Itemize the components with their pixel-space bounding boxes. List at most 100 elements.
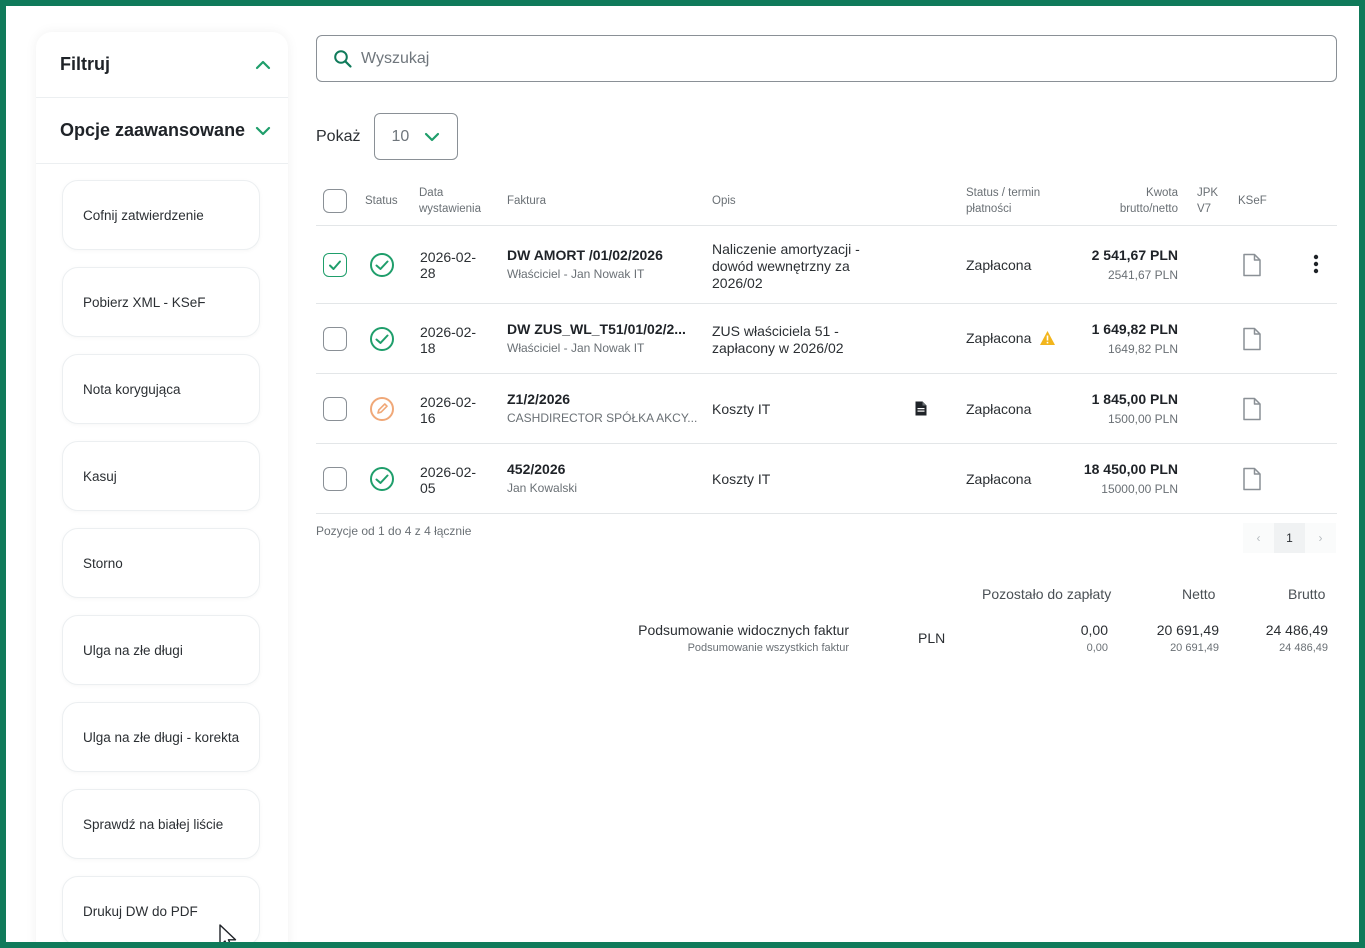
- table-header: Status Data wystawienia Faktura Opis Sta…: [316, 176, 1337, 226]
- row-invoice[interactable]: Z1/2/2026 CASHDIRECTOR SPÓŁKA AKCY...: [507, 391, 697, 425]
- bad-debt-relief-button[interactable]: Ulga na złe długi: [62, 615, 260, 685]
- col-date[interactable]: Data wystawienia: [419, 185, 481, 217]
- row-checkbox[interactable]: [323, 397, 347, 421]
- download-xml-ksef-button[interactable]: Pobierz XML - KSeF: [62, 267, 260, 337]
- invoice-number[interactable]: DW ZUS_WL_T51/01/02/2...: [507, 321, 686, 337]
- col-desc[interactable]: Opis: [712, 193, 736, 209]
- document-icon[interactable]: [1242, 397, 1262, 421]
- row-desc: ZUS właściciela 51 - zapłacony w 2026/02: [712, 323, 844, 357]
- row-desc-line1: Naliczenie amortyzacji -: [712, 241, 860, 257]
- col-jpk-line2: V7: [1197, 203, 1212, 215]
- pagination-next[interactable]: ›: [1305, 523, 1336, 553]
- pagination-page-1[interactable]: 1: [1274, 523, 1305, 553]
- checkmark-icon: [329, 260, 341, 270]
- col-ksef[interactable]: KSeF: [1238, 193, 1267, 209]
- row-date-line1: 2026-02-: [420, 249, 477, 265]
- invoice-number[interactable]: DW AMORT /01/02/2026: [507, 247, 663, 263]
- bad-debt-relief-correction-button[interactable]: Ulga na złe długi - korekta: [62, 702, 260, 772]
- storno-button[interactable]: Storno: [62, 528, 260, 598]
- summary-gross-header: Brutto: [1288, 586, 1326, 602]
- undo-approval-button[interactable]: Cofnij zatwierdzenie: [62, 180, 260, 250]
- pagination-prev[interactable]: ‹: [1243, 523, 1274, 553]
- row-net: 15000,00 PLN: [1101, 482, 1178, 496]
- table-row[interactable]: 2026-02- 05 452/2026 Jan Kowalski Koszty…: [316, 444, 1337, 514]
- col-amount[interactable]: Kwota brutto/netto: [1096, 185, 1178, 217]
- search-input[interactable]: Wyszukaj: [361, 50, 429, 68]
- summary-visible-remaining: 0,00: [1080, 622, 1108, 638]
- row-amount: 1 649,82 PLN 1649,82 PLN: [1056, 321, 1178, 356]
- attachment-file-icon[interactable]: [915, 401, 927, 416]
- row-net: 1500,00 PLN: [1107, 412, 1178, 426]
- table-row[interactable]: 2026-02- 28 DW AMORT /01/02/2026 Właścic…: [316, 226, 1337, 304]
- col-date-line2: wystawienia: [419, 203, 481, 215]
- col-status-due[interactable]: Status / termin płatności: [966, 185, 1040, 217]
- search-icon: [334, 49, 352, 68]
- row-invoice[interactable]: 452/2026 Jan Kowalski: [507, 461, 577, 495]
- invoice-number[interactable]: 452/2026: [507, 461, 577, 477]
- row-desc-line2: dowód wewnętrzny za: [712, 258, 850, 274]
- page-size-value: 10: [391, 127, 410, 145]
- col-invoice[interactable]: Faktura: [507, 193, 546, 209]
- row-date-line1: 2026-02-: [420, 464, 477, 480]
- summary-visible-label: Podsumowanie widocznych faktur: [638, 622, 849, 638]
- row-gross: 1 649,82 PLN: [1091, 321, 1178, 337]
- invoice-party: Jan Kowalski: [507, 481, 578, 495]
- warning-icon[interactable]: [1039, 330, 1056, 346]
- chevron-down-icon[interactable]: [254, 122, 272, 140]
- summary-net-header: Netto: [1182, 586, 1216, 602]
- invoice-number[interactable]: Z1/2/2026: [507, 391, 697, 407]
- row-date-line1: 2026-02-: [420, 394, 477, 410]
- row-amount: 2 541,67 PLN 2541,67 PLN: [1056, 247, 1178, 282]
- row-date: 2026-02- 28: [420, 249, 476, 281]
- chevron-up-icon[interactable]: [254, 56, 272, 74]
- row-checkbox[interactable]: [323, 467, 347, 491]
- advanced-options-header[interactable]: Opcje zaawansowane: [36, 98, 288, 164]
- document-icon[interactable]: [1242, 467, 1262, 491]
- document-icon[interactable]: [1242, 327, 1262, 351]
- delete-button[interactable]: Kasuj: [62, 441, 260, 511]
- approved-status-icon: [370, 253, 394, 277]
- summary-visible-gross: 24 486,49: [1265, 622, 1328, 638]
- filter-header[interactable]: Filtruj: [36, 32, 288, 98]
- edit-status-icon: [370, 397, 394, 421]
- row-date-line2: 05: [420, 480, 436, 496]
- col-status[interactable]: Status: [365, 193, 398, 209]
- page-size-row: Pokaż 10: [316, 113, 459, 160]
- col-date-line1: Data: [419, 187, 444, 199]
- summary: Pozostało do zapłaty Netto Brutto Podsum…: [316, 586, 1337, 666]
- check-white-list-button[interactable]: Sprawdź na białej liście: [62, 789, 260, 859]
- row-gross: 2 541,67 PLN: [1091, 247, 1178, 263]
- table-row[interactable]: 2026-02- 16 Z1/2/2026 CASHDIRECTOR SPÓŁK…: [316, 374, 1337, 444]
- row-date-line2: 16: [420, 410, 436, 426]
- row-amount: 18 450,00 PLN 15000,00 PLN: [1056, 461, 1178, 496]
- page-size-select[interactable]: 10: [374, 113, 459, 160]
- invoice-party: Właściciel - Jan Nowak IT: [507, 341, 645, 355]
- row-checkbox[interactable]: [323, 253, 347, 277]
- chevron-down-icon: [425, 132, 440, 141]
- more-vertical-icon[interactable]: [1312, 253, 1320, 275]
- row-date: 2026-02- 16: [420, 394, 476, 426]
- row-date-line2: 28: [420, 265, 436, 281]
- advanced-options-list: Cofnij zatwierdzenie Pobierz XML - KSeF …: [36, 164, 288, 942]
- col-amount-line2: brutto/netto: [1119, 203, 1178, 215]
- summary-currency: PLN: [918, 630, 946, 646]
- row-date-line2: 18: [420, 340, 436, 356]
- col-jpk[interactable]: JPK V7: [1197, 185, 1218, 217]
- table-row[interactable]: 2026-02- 18 DW ZUS_WL_T51/01/02/2... Wła…: [316, 304, 1337, 374]
- row-invoice[interactable]: DW AMORT /01/02/2026 Właściciel - Jan No…: [507, 247, 663, 281]
- sidebar: Filtruj Opcje zaawansowane Cofnij zatwie…: [36, 32, 288, 942]
- correction-note-button[interactable]: Nota korygująca: [62, 354, 260, 424]
- row-checkbox[interactable]: [323, 327, 347, 351]
- row-gross: 18 450,00 PLN: [1083, 461, 1178, 477]
- pagination: ‹ 1 ›: [1243, 523, 1336, 553]
- search-box[interactable]: Wyszukaj: [316, 35, 1337, 82]
- row-invoice[interactable]: DW ZUS_WL_T51/01/02/2... Właściciel - Ja…: [507, 321, 686, 355]
- row-amount: 1 845,00 PLN 1500,00 PLN: [1056, 391, 1178, 426]
- col-amount-line1: Kwota: [1146, 187, 1178, 199]
- select-all-checkbox[interactable]: [323, 189, 347, 213]
- approved-status-icon: [370, 467, 394, 491]
- mouse-cursor-icon: [219, 924, 237, 942]
- row-payment-status: Zapłacona: [966, 471, 1032, 487]
- page-size-label: Pokaż: [316, 127, 361, 145]
- document-icon[interactable]: [1242, 253, 1262, 277]
